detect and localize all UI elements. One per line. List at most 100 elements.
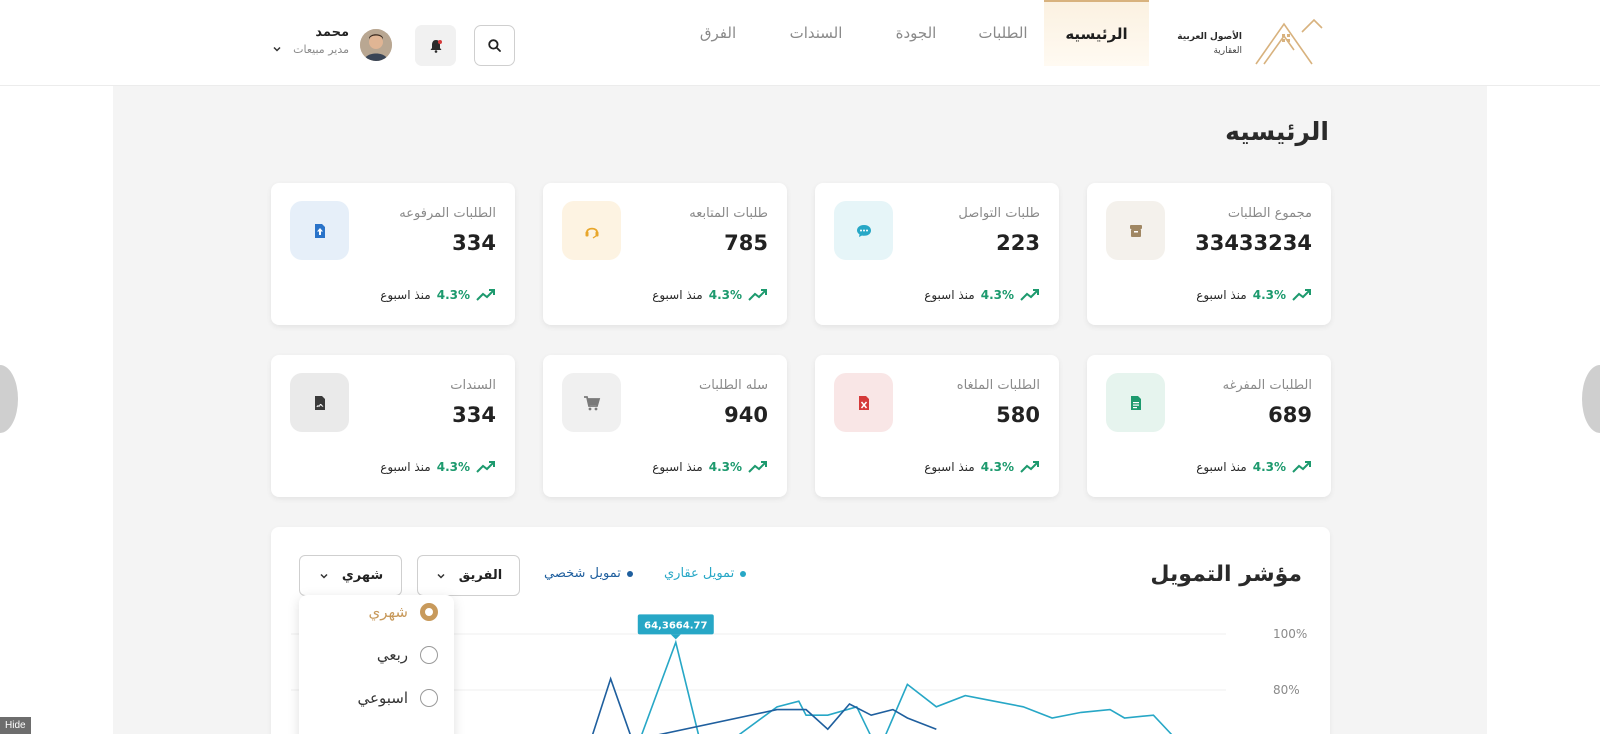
y-tick-label: 80% — [1273, 683, 1300, 697]
file-upload-icon — [314, 223, 325, 238]
trend-percent: 4.3% — [708, 288, 742, 302]
trend-period: منذ اسبوع — [924, 288, 975, 302]
chevron-down-icon[interactable] — [271, 43, 283, 55]
chevron-down-icon — [320, 573, 328, 579]
stat-card-value: 334 — [452, 231, 496, 255]
y-tick-label: 100% — [1273, 627, 1307, 641]
brand-logo[interactable]: الأصول العربية العقارية — [1177, 18, 1324, 68]
nav-item-bonds[interactable]: السندات — [766, 0, 866, 66]
trend-period: منذ اسبوع — [380, 288, 431, 302]
nav-item-teams[interactable]: الفرق — [686, 0, 750, 66]
stat-card[interactable]: طلبات التواصل 223 4.3% منذ اسبوع — [815, 183, 1059, 325]
stat-card-icon-box — [834, 201, 893, 260]
period-select-label: شهري — [341, 568, 384, 583]
stat-card-trend: 4.3% منذ اسبوع — [380, 460, 496, 474]
top-header: الأصول العربية العقارية الرئيسيه الطلبات… — [0, 0, 1600, 86]
trend-up-icon — [476, 461, 495, 473]
stat-card-label: سله الطلبات — [699, 378, 768, 393]
period-option-monthly[interactable]: شهري — [369, 603, 438, 621]
period-dropdown-menu: شهري ربعي اسبوعي — [299, 595, 454, 734]
trend-percent: 4.3% — [436, 460, 470, 474]
stat-card-trend: 4.3% منذ اسبوع — [380, 288, 496, 302]
team-select[interactable]: الفريق — [417, 555, 520, 596]
radio-checked-icon[interactable] — [420, 603, 438, 621]
trend-up-icon — [748, 461, 767, 473]
file-excel-icon — [858, 395, 869, 410]
stat-card-value: 580 — [996, 403, 1040, 427]
stat-card-label: طلبات التواصل — [958, 206, 1040, 221]
radio-unchecked-icon[interactable] — [420, 689, 438, 707]
stat-card-trend: 4.3% منذ اسبوع — [652, 460, 768, 474]
carousel-next-button[interactable] — [1582, 365, 1600, 433]
bell-icon — [430, 39, 442, 53]
carousel-prev-button[interactable] — [0, 365, 18, 433]
stat-card-value: 785 — [724, 231, 768, 255]
brand-name: الأصول العربية العقارية — [1177, 30, 1242, 58]
trend-period: منذ اسبوع — [652, 460, 703, 474]
trend-up-icon — [1292, 289, 1311, 301]
trend-percent: 4.3% — [980, 460, 1014, 474]
trend-percent: 4.3% — [708, 460, 742, 474]
legend-item-real-estate: تمويل عقاري — [664, 566, 747, 581]
legend-label: تمويل شخصي — [544, 566, 621, 581]
team-select-label: الفريق — [458, 568, 503, 583]
notifications-button[interactable] — [415, 25, 456, 66]
stat-card-icon-box — [562, 201, 621, 260]
stat-card-icon-box — [1106, 373, 1165, 432]
period-option-quarterly[interactable]: ربعي — [377, 646, 438, 664]
page-title: الرئيسيه — [1225, 117, 1329, 146]
avatar[interactable] — [360, 29, 392, 61]
stat-card[interactable]: الطلبات المرفوعه 334 4.3% منذ اسبوع — [271, 183, 515, 325]
stat-card[interactable]: السندات 334 4.3% منذ اسبوع — [271, 355, 515, 497]
stat-card-trend: 4.3% منذ اسبوع — [1196, 460, 1312, 474]
tooltip-value: 64,3664.77 — [644, 620, 707, 631]
stat-card[interactable]: الطلبات المفرغه 689 4.3% منذ اسبوع — [1087, 355, 1331, 497]
file-text-icon — [1130, 395, 1141, 410]
nav-item-requests[interactable]: الطلبات — [955, 0, 1051, 66]
stat-card-value: 334 — [452, 403, 496, 427]
stat-card[interactable]: مجموع الطلبات 33433234 4.3% منذ اسبوع — [1087, 183, 1331, 325]
legend-dot-icon — [626, 570, 633, 577]
trend-percent: 4.3% — [1252, 460, 1286, 474]
house-logo-icon — [1255, 18, 1323, 65]
hide-button[interactable]: Hide — [0, 717, 31, 734]
stat-card-value: 33433234 — [1195, 231, 1312, 255]
stat-card-icon-box — [562, 373, 621, 432]
trend-up-icon — [1292, 461, 1311, 473]
legend-label: تمويل عقاري — [664, 566, 735, 581]
stat-card-label: طلبات المتابعه — [689, 206, 768, 221]
period-option-weekly[interactable]: اسبوعي — [358, 689, 438, 707]
headset-icon — [585, 227, 598, 239]
chevron-down-icon — [437, 573, 445, 579]
user-name: محمد — [315, 25, 349, 40]
stat-card-trend: 4.3% منذ اسبوع — [924, 288, 1040, 302]
user-role: مدير مبيعات — [293, 43, 349, 56]
trend-period: منذ اسبوع — [380, 460, 431, 474]
stat-card-label: الطلبات الملغاه — [956, 378, 1040, 393]
legend-item-personal: تمويل شخصي — [544, 566, 633, 581]
nav-item-home[interactable]: الرئيسيه — [1044, 0, 1149, 66]
search-button[interactable] — [474, 25, 515, 66]
shopping-cart-icon — [583, 395, 600, 410]
option-label: ربعي — [376, 646, 408, 664]
period-select[interactable]: شهري — [299, 555, 402, 596]
stat-card-label: السندات — [450, 378, 496, 393]
trend-up-icon — [1020, 461, 1039, 473]
stat-card[interactable]: طلبات المتابعه 785 4.3% منذ اسبوع — [543, 183, 787, 325]
stat-card-icon-box — [290, 373, 349, 432]
brand-title: الأصول العربية — [1177, 32, 1242, 42]
stat-card-icon-box — [290, 201, 349, 260]
legend-dot-icon — [740, 570, 747, 577]
nav-item-quality[interactable]: الجودة — [868, 0, 964, 66]
search-icon — [488, 39, 501, 52]
series-line-real-estate — [641, 639, 1173, 734]
stat-card-label: الطلبات المفرغه — [1222, 378, 1312, 393]
radio-unchecked-icon[interactable] — [420, 646, 438, 664]
brand-subtitle: العقارية — [1213, 46, 1242, 56]
stat-card-label: الطلبات المرفوعه — [399, 206, 496, 221]
trend-percent: 4.3% — [436, 288, 470, 302]
trend-percent: 4.3% — [980, 288, 1014, 302]
stat-card[interactable]: الطلبات الملغاه 580 4.3% منذ اسبوع — [815, 355, 1059, 497]
trend-up-icon — [748, 289, 767, 301]
stat-card[interactable]: سله الطلبات 940 4.3% منذ اسبوع — [543, 355, 787, 497]
